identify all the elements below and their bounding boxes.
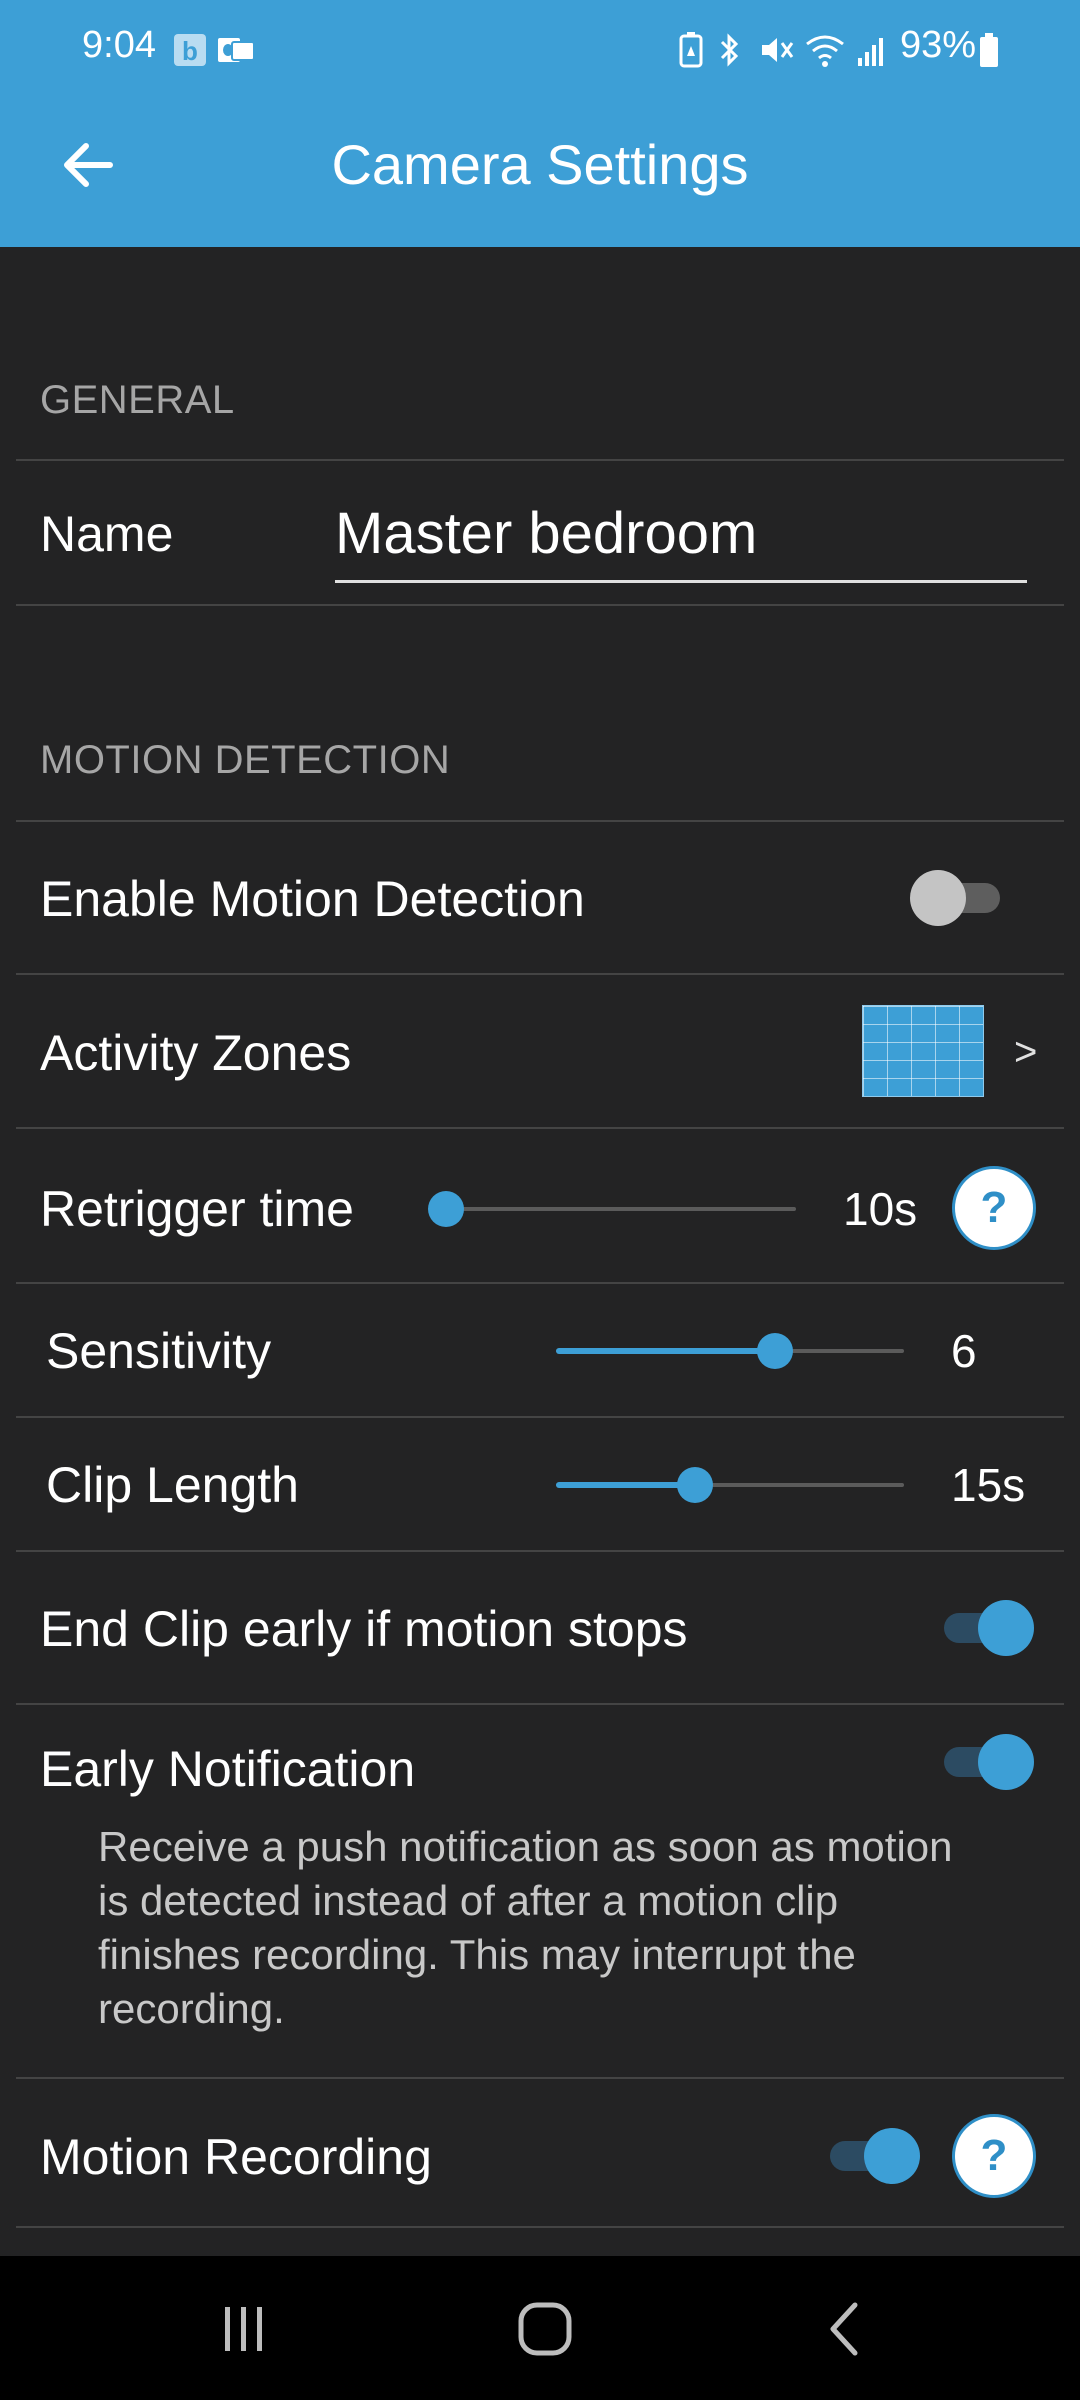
sensitivity-label: Sensitivity bbox=[46, 1323, 272, 1379]
enable-motion-detection-toggle[interactable] bbox=[910, 870, 1010, 926]
slider-knob[interactable] bbox=[428, 1191, 464, 1227]
battery-icon bbox=[980, 33, 998, 67]
divider bbox=[16, 1703, 1064, 1705]
bluetooth-icon bbox=[720, 33, 739, 67]
divider bbox=[16, 820, 1064, 822]
divider bbox=[16, 1550, 1064, 1552]
divider bbox=[16, 1282, 1064, 1284]
motion-recording-toggle[interactable] bbox=[820, 2128, 920, 2184]
end-clip-early-label: End Clip early if motion stops bbox=[40, 1601, 688, 1657]
activity-zones-chevron[interactable]: > bbox=[1014, 1030, 1037, 1075]
home-button[interactable] bbox=[510, 2294, 580, 2364]
chevron-left-icon bbox=[830, 2302, 858, 2356]
divider bbox=[16, 2077, 1064, 2079]
divider bbox=[16, 604, 1064, 606]
battery-saver-icon bbox=[679, 32, 703, 68]
slider-rail bbox=[446, 1207, 796, 1211]
name-input[interactable]: Master bedroom bbox=[335, 494, 1027, 583]
retrigger-help-button[interactable]: ? bbox=[952, 1166, 1036, 1250]
motion-recording-label: Motion Recording bbox=[40, 2129, 432, 2185]
slider-knob[interactable] bbox=[677, 1467, 714, 1503]
slider-fill bbox=[556, 1348, 776, 1354]
home-icon bbox=[518, 2302, 572, 2356]
divider bbox=[16, 1416, 1064, 1418]
clip-length-label: Clip Length bbox=[46, 1457, 299, 1513]
early-notification-label: Early Notification bbox=[40, 1741, 416, 1797]
early-notification-toggle[interactable] bbox=[934, 1734, 1034, 1790]
retrigger-time-label: Retrigger time bbox=[40, 1181, 354, 1237]
status-bar: 9:04 b 93% bbox=[0, 0, 1080, 100]
activity-zones-label: Activity Zones bbox=[40, 1025, 352, 1081]
toggle-thumb bbox=[864, 2128, 920, 2184]
sensitivity-slider[interactable] bbox=[556, 1331, 904, 1371]
divider bbox=[16, 2226, 1064, 2228]
svg-text:b: b bbox=[182, 36, 198, 66]
recents-button[interactable] bbox=[208, 2294, 278, 2364]
app-header: 9:04 b 93% Camera Settings bbox=[0, 0, 1080, 247]
slider-fill bbox=[556, 1482, 696, 1488]
enable-motion-detection-label: Enable Motion Detection bbox=[40, 871, 585, 927]
section-header-general: GENERAL bbox=[40, 378, 235, 422]
divider bbox=[16, 459, 1064, 461]
section-header-motion-detection: MOTION DETECTION bbox=[40, 738, 451, 782]
motion-recording-help-button[interactable]: ? bbox=[952, 2114, 1036, 2198]
help-icon: ? bbox=[980, 1183, 1008, 1232]
toggle-thumb bbox=[978, 1600, 1034, 1656]
nav-back-button[interactable] bbox=[812, 2294, 882, 2364]
battery-percent: 93% bbox=[900, 24, 977, 66]
outlook-icon bbox=[218, 38, 255, 62]
toggle-thumb bbox=[978, 1734, 1034, 1790]
sensitivity-value: 6 bbox=[951, 1325, 977, 1377]
divider bbox=[16, 1127, 1064, 1129]
signal-icon bbox=[858, 38, 883, 66]
help-icon: ? bbox=[980, 2131, 1008, 2180]
divider bbox=[16, 973, 1064, 975]
status-time: 9:04 bbox=[82, 24, 156, 66]
mute-icon bbox=[762, 38, 794, 62]
recents-icon bbox=[225, 2307, 262, 2351]
clip-length-slider[interactable] bbox=[556, 1465, 904, 1505]
clip-length-value: 15s bbox=[951, 1459, 1026, 1511]
wifi-icon bbox=[806, 35, 844, 67]
activity-zones-grid-icon[interactable] bbox=[862, 1005, 984, 1097]
system-nav-bar bbox=[0, 2256, 1080, 2400]
name-label: Name bbox=[40, 506, 174, 562]
page-title: Camera Settings bbox=[331, 133, 749, 196]
toggle-thumb bbox=[910, 870, 966, 926]
b-app-icon: b bbox=[174, 34, 206, 66]
retrigger-time-value: 10s bbox=[843, 1183, 918, 1235]
retrigger-time-slider[interactable] bbox=[428, 1189, 796, 1229]
end-clip-early-toggle[interactable] bbox=[934, 1600, 1034, 1656]
early-notification-description: Receive a push notification as soon as m… bbox=[98, 1823, 953, 2032]
slider-knob[interactable] bbox=[757, 1333, 794, 1369]
